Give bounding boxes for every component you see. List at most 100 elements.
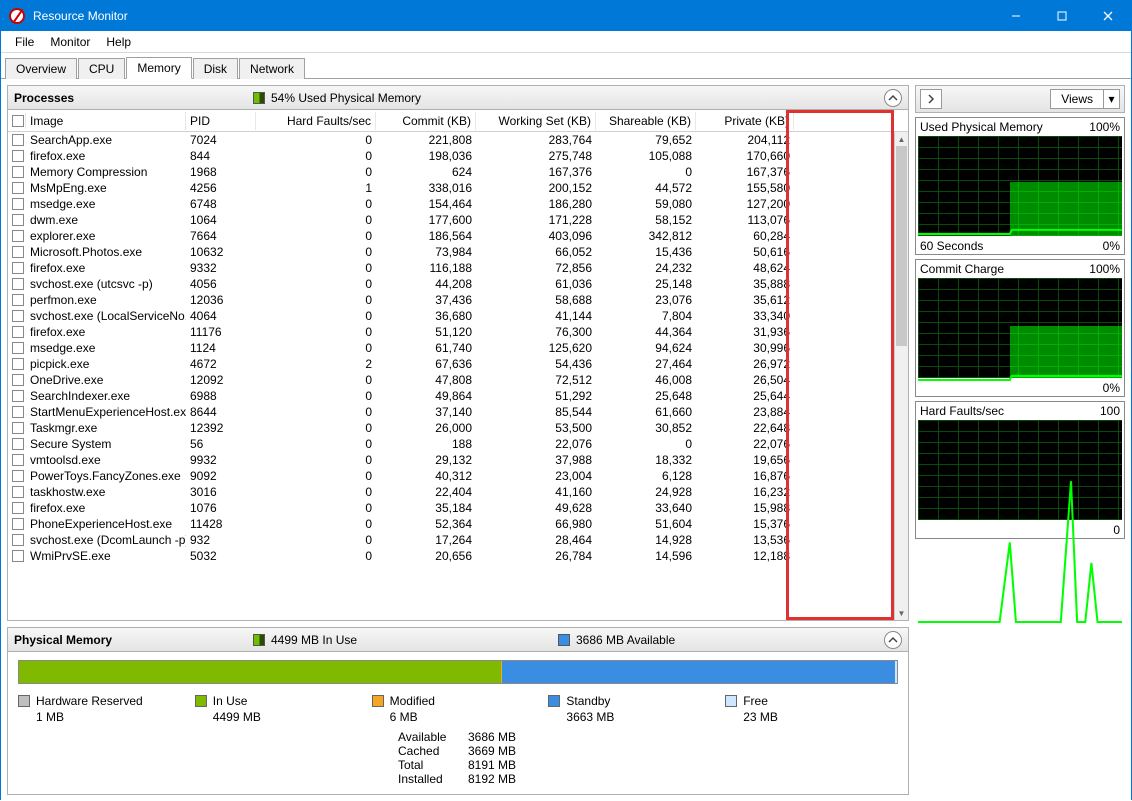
row-checkbox[interactable] bbox=[12, 214, 24, 226]
tab-cpu[interactable]: CPU bbox=[78, 58, 125, 79]
row-checkbox[interactable] bbox=[12, 246, 24, 258]
cell-hardfaults: 0 bbox=[256, 373, 376, 387]
table-row[interactable]: svchost.exe (LocalServiceNo...4064036,68… bbox=[8, 308, 908, 324]
col-pid[interactable]: PID bbox=[186, 112, 256, 130]
row-checkbox[interactable] bbox=[12, 262, 24, 274]
table-row[interactable]: dwm.exe10640177,600171,22858,152113,076 bbox=[8, 212, 908, 228]
table-row[interactable]: WmiPrvSE.exe5032020,65626,78414,59612,18… bbox=[8, 548, 908, 564]
scroll-down-icon[interactable]: ▼ bbox=[895, 606, 908, 620]
row-checkbox[interactable] bbox=[12, 502, 24, 514]
row-checkbox[interactable] bbox=[12, 278, 24, 290]
row-checkbox[interactable] bbox=[12, 550, 24, 562]
table-row[interactable]: picpick.exe4672267,63654,43627,46426,972 bbox=[8, 356, 908, 372]
cell-private: 16,876 bbox=[696, 469, 794, 483]
views-dropdown-button[interactable]: ▾ bbox=[1104, 89, 1120, 109]
cell-workingset: 22,076 bbox=[476, 437, 596, 451]
cell-private: 25,644 bbox=[696, 389, 794, 403]
scroll-thumb[interactable] bbox=[896, 146, 907, 346]
row-checkbox[interactable] bbox=[12, 534, 24, 546]
tab-disk[interactable]: Disk bbox=[193, 58, 238, 79]
row-checkbox[interactable] bbox=[12, 438, 24, 450]
col-private[interactable]: Private (KB) bbox=[696, 112, 794, 130]
row-checkbox[interactable] bbox=[12, 134, 24, 146]
row-checkbox[interactable] bbox=[12, 390, 24, 402]
table-row[interactable]: Taskmgr.exe12392026,00053,50030,85222,64… bbox=[8, 420, 908, 436]
cell-workingset: 53,500 bbox=[476, 421, 596, 435]
collapse-physmem-button[interactable] bbox=[884, 631, 902, 649]
views-button[interactable]: Views bbox=[1050, 89, 1104, 109]
row-checkbox[interactable] bbox=[12, 182, 24, 194]
table-row[interactable]: msedge.exe67480154,464186,28059,080127,2… bbox=[8, 196, 908, 212]
cell-hardfaults: 0 bbox=[256, 229, 376, 243]
chart-nav-button[interactable] bbox=[920, 89, 942, 109]
minimize-button[interactable] bbox=[993, 1, 1039, 31]
table-row[interactable]: taskhostw.exe3016022,40441,16024,92816,2… bbox=[8, 484, 908, 500]
window-title: Resource Monitor bbox=[33, 9, 993, 23]
table-row[interactable]: StartMenuExperienceHost.exe8644037,14085… bbox=[8, 404, 908, 420]
table-row[interactable]: perfmon.exe12036037,43658,68823,07635,61… bbox=[8, 292, 908, 308]
col-commit[interactable]: Commit (KB) bbox=[376, 112, 476, 130]
maximize-button[interactable] bbox=[1039, 1, 1085, 31]
row-checkbox[interactable] bbox=[12, 406, 24, 418]
cell-commit: 186,564 bbox=[376, 229, 476, 243]
row-checkbox[interactable] bbox=[12, 342, 24, 354]
row-checkbox[interactable] bbox=[12, 166, 24, 178]
table-row[interactable]: PowerToys.FancyZones.exe9092040,31223,00… bbox=[8, 468, 908, 484]
tab-network[interactable]: Network bbox=[239, 58, 305, 79]
row-checkbox[interactable] bbox=[12, 326, 24, 338]
row-checkbox[interactable] bbox=[12, 470, 24, 482]
cell-commit: 44,208 bbox=[376, 277, 476, 291]
row-checkbox[interactable] bbox=[12, 294, 24, 306]
col-shareable[interactable]: Shareable (KB) bbox=[596, 112, 696, 130]
chart-max: 100% bbox=[1089, 120, 1120, 134]
table-row[interactable]: firefox.exe93320116,18872,85624,23248,62… bbox=[8, 260, 908, 276]
tab-overview[interactable]: Overview bbox=[5, 58, 77, 79]
tab-memory[interactable]: Memory bbox=[126, 57, 191, 79]
col-hardfaults[interactable]: Hard Faults/sec bbox=[256, 112, 376, 130]
table-row[interactable]: msedge.exe1124061,740125,62094,62430,996 bbox=[8, 340, 908, 356]
table-row[interactable]: MsMpEng.exe42561338,016200,15244,572155,… bbox=[8, 180, 908, 196]
table-row[interactable]: firefox.exe8440198,036275,748105,088170,… bbox=[8, 148, 908, 164]
col-workingset[interactable]: Working Set (KB) bbox=[476, 112, 596, 130]
collapse-processes-button[interactable] bbox=[884, 89, 902, 107]
cell-commit: 49,864 bbox=[376, 389, 476, 403]
row-checkbox[interactable] bbox=[12, 230, 24, 242]
row-checkbox[interactable] bbox=[12, 150, 24, 162]
table-row[interactable]: vmtoolsd.exe9932029,13237,98818,33219,65… bbox=[8, 452, 908, 468]
col-image[interactable]: Image bbox=[26, 112, 186, 130]
row-checkbox[interactable] bbox=[12, 198, 24, 210]
physical-memory-header[interactable]: Physical Memory 4499 MB In Use 3686 MB A… bbox=[8, 628, 908, 652]
table-row[interactable]: OneDrive.exe12092047,80872,51246,00826,5… bbox=[8, 372, 908, 388]
table-row[interactable]: svchost.exe (DcomLaunch -p)932017,26428,… bbox=[8, 532, 908, 548]
row-checkbox[interactable] bbox=[12, 486, 24, 498]
cell-image: firefox.exe bbox=[26, 261, 186, 275]
cell-private: 35,888 bbox=[696, 277, 794, 291]
select-all-checkbox[interactable] bbox=[12, 115, 24, 127]
table-row[interactable]: SearchIndexer.exe6988049,86451,29225,648… bbox=[8, 388, 908, 404]
table-scrollbar[interactable]: ▲ ▼ bbox=[894, 132, 908, 620]
table-row[interactable]: PhoneExperienceHost.exe11428052,36466,98… bbox=[8, 516, 908, 532]
processes-header[interactable]: Processes 54% Used Physical Memory bbox=[8, 86, 908, 110]
row-checkbox[interactable] bbox=[12, 518, 24, 530]
close-button[interactable] bbox=[1085, 1, 1131, 31]
row-checkbox[interactable] bbox=[12, 422, 24, 434]
memory-bar-segment bbox=[502, 661, 895, 683]
cell-image: svchost.exe (DcomLaunch -p) bbox=[26, 533, 186, 547]
row-checkbox[interactable] bbox=[12, 310, 24, 322]
scroll-up-icon[interactable]: ▲ bbox=[895, 132, 908, 146]
table-row[interactable]: Secure System56018822,076022,076 bbox=[8, 436, 908, 452]
menu-help[interactable]: Help bbox=[98, 33, 139, 51]
row-checkbox[interactable] bbox=[12, 454, 24, 466]
table-row[interactable]: SearchApp.exe70240221,808283,76479,65220… bbox=[8, 132, 908, 148]
menu-monitor[interactable]: Monitor bbox=[42, 33, 98, 51]
table-row[interactable]: firefox.exe1076035,18449,62833,64015,988 bbox=[8, 500, 908, 516]
row-checkbox[interactable] bbox=[12, 374, 24, 386]
menu-file[interactable]: File bbox=[7, 33, 42, 51]
table-row[interactable]: svchost.exe (utcsvc -p)4056044,20861,036… bbox=[8, 276, 908, 292]
cell-image: MsMpEng.exe bbox=[26, 181, 186, 195]
table-row[interactable]: firefox.exe11176051,12076,30044,36431,93… bbox=[8, 324, 908, 340]
table-row[interactable]: Microsoft.Photos.exe10632073,98466,05215… bbox=[8, 244, 908, 260]
table-row[interactable]: explorer.exe76640186,564403,096342,81260… bbox=[8, 228, 908, 244]
table-row[interactable]: Memory Compression19680624167,3760167,37… bbox=[8, 164, 908, 180]
row-checkbox[interactable] bbox=[12, 358, 24, 370]
